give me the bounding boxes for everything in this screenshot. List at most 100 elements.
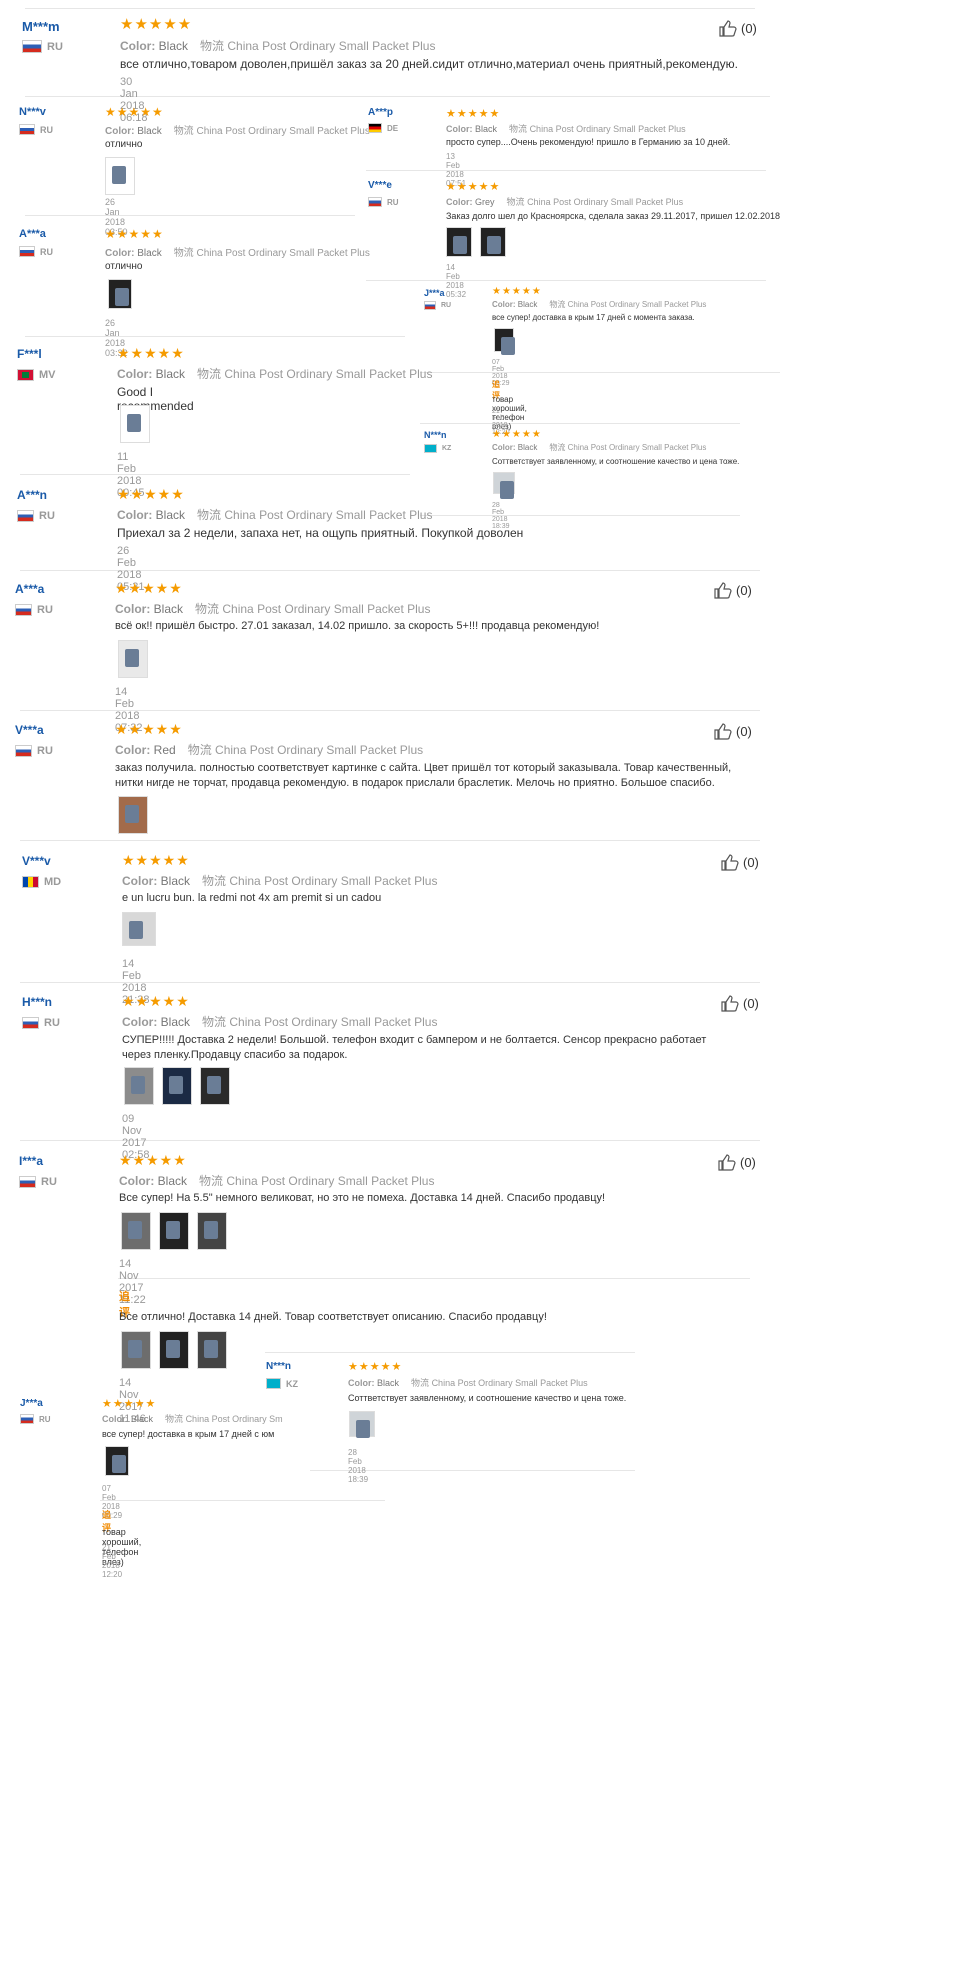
reviewer-country: RU xyxy=(368,197,399,207)
divider xyxy=(420,423,740,424)
divider xyxy=(265,1352,635,1353)
divider xyxy=(420,515,740,516)
divider xyxy=(420,372,780,373)
reviewer-name: V***a xyxy=(15,723,44,737)
reviewer-name: I***a xyxy=(19,1154,44,1168)
review-photo[interactable] xyxy=(162,1067,192,1105)
flag-icon xyxy=(266,1378,281,1389)
review-meta: Color: Black 物流 China Post Ordinary Small… xyxy=(119,1174,435,1188)
rating-stars: ★★★★★ xyxy=(446,181,501,193)
divider xyxy=(25,215,355,216)
flag-icon xyxy=(22,1017,39,1029)
review-photo[interactable] xyxy=(122,912,156,946)
divider xyxy=(20,840,760,841)
helpful-button[interactable]: (0) xyxy=(713,721,752,741)
rating-stars: ★★★★★ xyxy=(102,1398,157,1410)
review-meta: Color: Black 物流 China Post Ordinary Small… xyxy=(117,508,433,522)
review-photo[interactable] xyxy=(494,328,515,355)
review-photo[interactable] xyxy=(480,227,506,257)
review-photo[interactable] xyxy=(159,1212,189,1250)
review-text: все отлично,товаром доволен,пришёл заказ… xyxy=(120,57,738,71)
rating-stars: ★★★★★ xyxy=(115,721,183,737)
reviewer-name: H***n xyxy=(22,995,53,1009)
review-photos xyxy=(121,1212,227,1250)
review-meta: Color: Black 物流 China Post Ordinary Small… xyxy=(115,602,431,616)
helpful-button[interactable]: (0) xyxy=(713,580,752,600)
review-photos xyxy=(349,1411,375,1438)
review-photo[interactable] xyxy=(200,1067,230,1105)
divider xyxy=(20,474,410,475)
rating-stars: ★★★★★ xyxy=(122,852,190,868)
reviewer-country: RU xyxy=(19,124,53,135)
review-text: отлично xyxy=(105,139,143,150)
review-text: Заказ долго шел до Красноярска, сделала … xyxy=(446,211,780,221)
review-photo[interactable] xyxy=(120,405,150,443)
review-text: просто супер....Очень рекомендую! пришло… xyxy=(446,137,731,147)
review-photo[interactable] xyxy=(493,472,515,499)
review-photo[interactable] xyxy=(121,1212,151,1250)
reviewer-name: N***n xyxy=(424,430,447,440)
review-photo[interactable] xyxy=(197,1212,227,1250)
review-text: все супер! доставка в крым 17 дней с юм xyxy=(102,1429,275,1439)
rating-stars: ★★★★★ xyxy=(105,105,164,119)
reviewer-country: RU xyxy=(17,510,55,522)
review-text: отлично xyxy=(105,261,143,272)
reviewer-country: DE xyxy=(368,123,398,133)
rating-stars: ★★★★★ xyxy=(117,486,185,502)
review-text: все супер! доставка в крым 17 дней с мом… xyxy=(492,313,695,322)
helpful-button[interactable]: (0) xyxy=(718,18,757,38)
review-photos xyxy=(493,472,515,499)
review-meta: Color: Black 物流 China Post Ordinary Small… xyxy=(348,1378,588,1388)
reviewer-name: A***p xyxy=(368,107,394,118)
flag-icon xyxy=(22,40,42,53)
helpful-button[interactable]: (0) xyxy=(717,1152,756,1172)
review-photo[interactable] xyxy=(121,1331,151,1369)
review-photo[interactable] xyxy=(197,1331,227,1369)
divider xyxy=(25,336,405,337)
review-text: Соттветствует заявленному, и соотношение… xyxy=(348,1393,627,1403)
reviewer-name: A***a xyxy=(15,582,45,596)
divider xyxy=(118,1278,750,1279)
flag-icon xyxy=(20,1414,34,1424)
reviewer-country: KZ xyxy=(266,1378,298,1389)
review-photo[interactable] xyxy=(118,796,148,834)
flag-icon xyxy=(19,124,35,135)
reviewer-name: F***l xyxy=(17,347,42,361)
rating-stars: ★★★★★ xyxy=(348,1361,403,1373)
reviewer-country: KZ xyxy=(424,444,451,453)
review-photo[interactable] xyxy=(118,640,148,678)
review-photo[interactable] xyxy=(105,1446,129,1476)
review-photo[interactable] xyxy=(159,1331,189,1369)
reviewer-country: RU xyxy=(424,301,451,310)
rating-stars: ★★★★★ xyxy=(122,993,190,1009)
flag-icon xyxy=(368,197,382,207)
review-photo[interactable] xyxy=(108,279,132,309)
review-text: заказ получила. полностью соответствует … xyxy=(115,762,732,789)
followup-text: Все отлично! Доставка 14 дней. Товар соо… xyxy=(119,1311,547,1323)
helpful-button[interactable]: (0) xyxy=(720,852,759,872)
review-date: 14 Feb 2018 05:32 xyxy=(446,263,467,299)
rating-stars: ★★★★★ xyxy=(105,227,164,241)
review-photos xyxy=(494,328,515,355)
review-photo[interactable] xyxy=(105,157,135,195)
reviewer-country: RU xyxy=(22,40,63,53)
reviewer-country: RU xyxy=(15,745,53,757)
review-photos xyxy=(446,227,506,257)
reviewer-name: N***v xyxy=(19,106,46,118)
review-photo[interactable] xyxy=(124,1067,154,1105)
reviewer-name: V***v xyxy=(22,854,51,868)
divider xyxy=(366,280,766,281)
thumbs-up-icon xyxy=(719,20,737,37)
review-meta: Color: Black 物流 China Post Ordinary Small… xyxy=(117,367,433,381)
flag-icon xyxy=(424,444,437,453)
divider xyxy=(100,1500,385,1501)
review-photo[interactable] xyxy=(446,227,472,257)
review-photo[interactable] xyxy=(349,1411,375,1438)
divider xyxy=(120,96,400,97)
review-photos xyxy=(118,640,148,678)
review-meta: Color: Red 物流 China Post Ordinary Small P… xyxy=(115,743,424,757)
flag-icon xyxy=(17,510,34,522)
helpful-button[interactable]: (0) xyxy=(720,993,759,1013)
reviewer-name: M***m xyxy=(22,19,60,34)
review-photos xyxy=(105,1446,129,1476)
